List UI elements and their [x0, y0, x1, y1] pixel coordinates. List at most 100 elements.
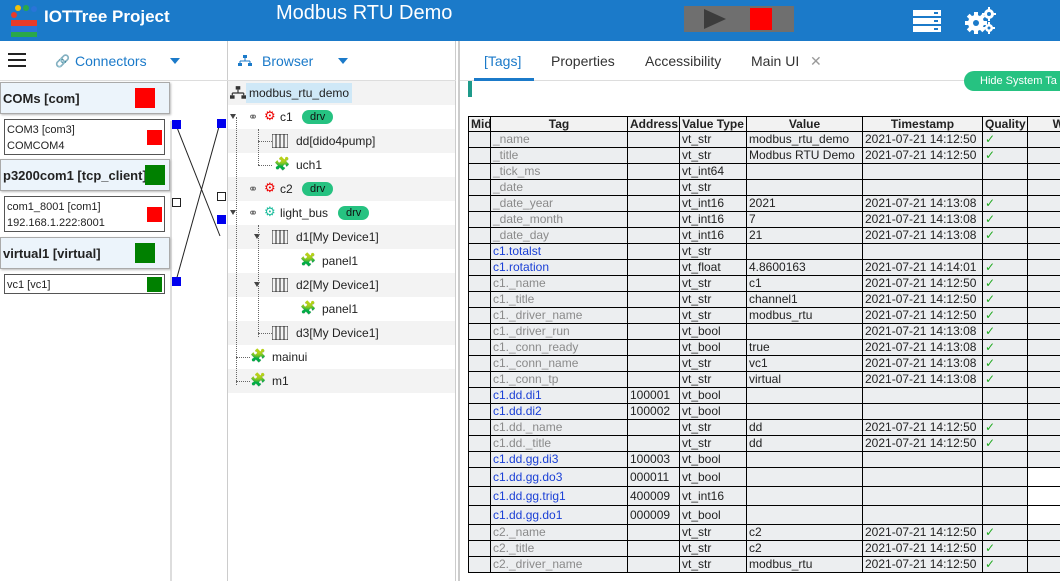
cell-write[interactable]: [1027, 486, 1060, 506]
cell-tag: c1.dd._name: [490, 419, 628, 436]
connector-item-label: vc1 [vc1]: [7, 279, 51, 291]
tab-main-ui[interactable]: Main UI: [751, 53, 799, 69]
table-row[interactable]: c1.dd.gg.do1 000009 vt_bool: [468, 505, 1060, 525]
tab-accessibility[interactable]: Accessibility: [645, 53, 721, 69]
tree-node-root[interactable]: modbus_rtu_demo: [228, 81, 455, 105]
connector-item-com1[interactable]: com1_8001 [com1] 192.168.1.222:8001: [4, 196, 165, 232]
tree-node-panel1[interactable]: 🧩 panel1: [228, 249, 455, 273]
connector-port[interactable]: [172, 120, 181, 129]
column-header: Value Type: [679, 116, 747, 132]
channel-port[interactable]: [217, 119, 226, 128]
connector-item-label: com1_8001 [com1] 192.168.1.222:8001: [7, 201, 105, 229]
table-row[interactable]: c1.dd.gg.trig1 400009 vt_int16: [468, 486, 1060, 506]
tab-tags[interactable]: [Tags]: [484, 53, 521, 69]
cell-quality: ✓: [982, 371, 1028, 388]
table-row[interactable]: c1._conn_ready vt_bool true 2021-07-21 14:1…: [468, 339, 1060, 356]
connector-port[interactable]: [172, 277, 181, 286]
tags-table: Mid Tag Address Value Type Value Timesta…: [468, 116, 1060, 573]
channel-port[interactable]: [217, 215, 226, 224]
table-row[interactable]: c1.rotation vt_float 4.8600163 2021-07-21 1…: [468, 259, 1060, 276]
table-row[interactable]: _date_year vt_int16 2021 2021-07-21 14:13:0…: [468, 195, 1060, 212]
connector-item-vc1[interactable]: vc1 [vc1]: [4, 274, 165, 294]
connector-group-p3200com1[interactable]: p3200com1 [tcp_client]: [0, 159, 170, 191]
table-row[interactable]: c1.dd.gg.do3 000011 vt_bool: [468, 467, 1060, 487]
stop-icon[interactable]: [750, 8, 772, 30]
table-row[interactable]: _title vt_str Modbus RTU Demo 2021-07-21 14…: [468, 147, 1060, 164]
table-row[interactable]: c1._conn_name vt_str vc1 2021-07-21 14:13:0…: [468, 355, 1060, 372]
table-row[interactable]: _date_day vt_int16 21 2021-07-21 14:13:08 ✓: [468, 227, 1060, 244]
driver-badge[interactable]: drv: [302, 182, 334, 196]
server-icon[interactable]: [912, 9, 942, 33]
table-row[interactable]: c1._driver_name vt_str modbus_rtu 2021-07-2…: [468, 307, 1060, 324]
driver-badge[interactable]: drv: [338, 206, 370, 220]
table-row[interactable]: c2._driver_name vt_str modbus_rtu 2021-07-2…: [468, 556, 1060, 573]
tab-properties[interactable]: Properties: [551, 53, 615, 69]
gears-icon[interactable]: [964, 7, 996, 35]
tree-node-mainui[interactable]: 🧩 mainui: [228, 345, 455, 369]
table-row[interactable]: c2._name vt_str c2 2021-07-21 14:12:50 ✓: [468, 524, 1060, 541]
table-row[interactable]: c1._driver_run vt_bool 2021-07-21 14:13:08…: [468, 323, 1060, 340]
table-row[interactable]: c1.dd._name vt_str dd 2021-07-21 14:12:50 ✓: [468, 419, 1060, 436]
cell-write[interactable]: [1027, 505, 1060, 525]
cell-value-type: vt_bool: [679, 323, 747, 340]
table-row[interactable]: c1.dd.gg.di3 100003 vt_bool: [468, 451, 1060, 468]
cell-tag: c1._driver_run: [490, 323, 628, 340]
connector-group-virtual1[interactable]: virtual1 [virtual]: [0, 237, 170, 269]
tree-node-light-bus[interactable]: ⚭ ⚙ light_bus drv: [228, 201, 455, 225]
cell-value-type: vt_int16: [679, 227, 747, 244]
browser-panel: Browser modbus_rtu_demo ⚭ ⚙ c1 drv dd[di…: [228, 41, 456, 581]
column-header: Value: [746, 116, 863, 132]
table-row[interactable]: c1.dd.di2 100002 vt_bool: [468, 403, 1060, 420]
cell-value: [746, 403, 863, 420]
close-icon[interactable]: ✕: [810, 53, 822, 70]
tree-node-c2[interactable]: ⚭ ⚙ c2 drv: [228, 177, 455, 201]
table-row[interactable]: c1.dd._title vt_str dd 2021-07-21 14:12:50 ✓: [468, 435, 1060, 452]
table-row[interactable]: c1._conn_tp vt_str virtual 2021-07-21 14:13…: [468, 371, 1060, 388]
cell-mid: [468, 195, 491, 212]
cell-quality: ✓: [982, 211, 1028, 228]
toolbar-marker: [468, 81, 472, 97]
connector-group-coms[interactable]: COMs [com]: [0, 82, 170, 114]
table-row[interactable]: c1._name vt_str c1 2021-07-21 14:12:50 ✓: [468, 275, 1060, 292]
column-header: W: [1027, 116, 1060, 132]
tree-node-d2[interactable]: d2[My Device1]: [228, 273, 455, 297]
hide-system-tags-button[interactable]: Hide System Ta: [964, 71, 1060, 91]
cell-value: virtual: [746, 371, 863, 388]
connectors-title[interactable]: Connectors: [75, 53, 147, 69]
puzzle-icon: 🧩: [274, 156, 291, 171]
chevron-down-icon[interactable]: [338, 58, 348, 64]
play-icon[interactable]: [704, 9, 726, 29]
cell-tag: c1.totalst: [490, 243, 628, 260]
cell-tag: _date: [490, 179, 628, 196]
cell-mid: [468, 355, 491, 372]
tree-node-d1[interactable]: d1[My Device1]: [228, 225, 455, 249]
connector-port[interactable]: [172, 198, 181, 207]
table-row[interactable]: _date_month vt_int16 7 2021-07-21 14:13:08 ✓: [468, 211, 1060, 228]
browser-title[interactable]: Browser: [262, 53, 313, 69]
expand-icon[interactable]: [254, 234, 260, 239]
tree-node-m1[interactable]: 🧩 m1: [228, 369, 455, 393]
cell-tag: _date_month: [490, 211, 628, 228]
chevron-down-icon[interactable]: [170, 58, 180, 64]
cell-write[interactable]: [1027, 467, 1060, 487]
cell-quality: ✓: [982, 524, 1028, 541]
table-row[interactable]: c1.dd.di1 100001 vt_bool: [468, 387, 1060, 404]
connector-item-com3[interactable]: COM3 [com3] COMCOM4: [4, 119, 165, 155]
table-row[interactable]: _name vt_str modbus_rtu_demo 2021-07-21 14:…: [468, 131, 1060, 148]
cell-value: [746, 323, 863, 340]
device-icon: [272, 230, 288, 244]
tree-node-c1[interactable]: ⚭ ⚙ c1 drv: [228, 105, 455, 129]
cell-quality: ✓: [982, 307, 1028, 324]
menu-icon[interactable]: [8, 53, 26, 67]
cell-value: channel1: [746, 291, 863, 308]
table-row[interactable]: c1.totalst vt_str: [468, 243, 1060, 260]
channel-port[interactable]: [217, 192, 226, 201]
table-row[interactable]: _date vt_str: [468, 179, 1060, 196]
table-row[interactable]: c1._title vt_str channel1 2021-07-21 14:12:…: [468, 291, 1060, 308]
tree-node-panel1[interactable]: 🧩 panel1: [228, 297, 455, 321]
table-row[interactable]: _tick_ms vt_int64: [468, 163, 1060, 180]
driver-badge[interactable]: drv: [302, 110, 334, 124]
cell-value-type: vt_str: [679, 179, 747, 196]
table-row[interactable]: c2._title vt_str c2 2021-07-21 14:12:50 ✓: [468, 540, 1060, 557]
expand-icon[interactable]: [254, 282, 260, 287]
